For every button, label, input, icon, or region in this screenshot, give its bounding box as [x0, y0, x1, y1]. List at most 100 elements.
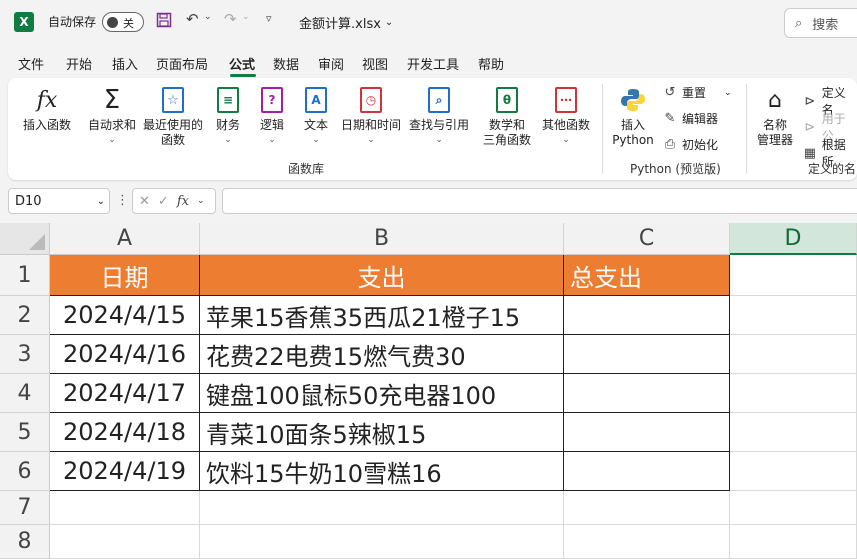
- chevron-down-icon: ⌄: [367, 135, 375, 145]
- redo-dropdown-icon[interactable]: ⌄: [242, 12, 250, 22]
- cell-b1[interactable]: 支出: [200, 255, 564, 296]
- redo-icon[interactable]: ↷: [224, 10, 237, 28]
- row-header-4[interactable]: 4: [0, 374, 50, 413]
- cell-c7[interactable]: [564, 491, 730, 525]
- row-header-6[interactable]: 6: [0, 452, 50, 491]
- editor-button[interactable]: ✎ 编辑器: [662, 110, 718, 127]
- datetime-button[interactable]: ◷ 日期和时间 ⌄: [338, 86, 404, 148]
- tab-file[interactable]: 文件: [18, 54, 44, 73]
- cell-a8[interactable]: [50, 525, 200, 559]
- cell-d2[interactable]: [730, 296, 857, 335]
- tab-data[interactable]: 数据: [273, 54, 299, 73]
- cell-a7[interactable]: [50, 491, 200, 525]
- autosave-toggle[interactable]: 关: [102, 12, 144, 32]
- row-header-8[interactable]: 8: [0, 525, 50, 559]
- more-vertical-icon[interactable]: ⋮: [116, 193, 129, 208]
- undo-dropdown-icon[interactable]: ⌄: [204, 12, 212, 22]
- search-label: 搜索: [812, 17, 839, 33]
- cell-d6[interactable]: [730, 452, 857, 491]
- cell-c2[interactable]: [564, 296, 730, 335]
- more-functions-button[interactable]: ⋯ 其他函数 ⌄: [540, 86, 592, 148]
- cell-c1[interactable]: 总支出: [564, 255, 730, 296]
- formula-input[interactable]: [222, 188, 857, 214]
- row-header-5[interactable]: 5: [0, 413, 50, 452]
- reset-button[interactable]: ↺ 重置 ⌄: [662, 84, 732, 101]
- name-manager-button[interactable]: ⌂ 名称 管理器: [752, 86, 798, 148]
- insert-function-button[interactable]: fx 插入函数: [22, 86, 72, 133]
- name-box[interactable]: D10 ⌄: [8, 188, 110, 214]
- cell-a2[interactable]: 2024/4/15: [50, 296, 200, 335]
- excel-logo-icon: X: [14, 12, 34, 32]
- cell-d3[interactable]: [730, 335, 857, 374]
- cell-d5[interactable]: [730, 413, 857, 452]
- math-trig-button[interactable]: θ 数学和 三角函数: [476, 86, 538, 148]
- row-header-2[interactable]: 2: [0, 296, 50, 335]
- autosum-button[interactable]: Σ 自动求和 ⌄: [88, 86, 136, 148]
- cancel-icon[interactable]: ✕: [139, 194, 150, 209]
- cell-a1[interactable]: 日期: [50, 255, 200, 296]
- column-header-a[interactable]: A: [50, 223, 200, 255]
- cell-a5[interactable]: 2024/4/18: [50, 413, 200, 452]
- cell-b7[interactable]: [200, 491, 564, 525]
- tab-review[interactable]: 审阅: [318, 54, 344, 73]
- text-label: 文本: [303, 118, 328, 132]
- cell-a4[interactable]: 2024/4/17: [50, 374, 200, 413]
- cell-b3[interactable]: 花费22电费15燃气费30: [200, 335, 564, 374]
- financial-button[interactable]: ≡ 财务 ⌄: [210, 86, 246, 148]
- cell-a3[interactable]: 2024/4/16: [50, 335, 200, 374]
- chevron-down-icon[interactable]: ⌄: [197, 196, 205, 206]
- row-header-7[interactable]: 7: [0, 491, 50, 525]
- cell-c4[interactable]: [564, 374, 730, 413]
- cell-b8[interactable]: [200, 525, 564, 559]
- save-icon[interactable]: [156, 12, 172, 28]
- select-all-corner[interactable]: [0, 223, 50, 255]
- clock-icon: ◷: [358, 86, 384, 114]
- tab-home[interactable]: 开始: [66, 54, 92, 73]
- name-box-value: D10: [15, 193, 42, 209]
- tab-view[interactable]: 视图: [362, 54, 388, 73]
- insert-function-fx-icon[interactable]: fx: [177, 194, 189, 209]
- undo-icon[interactable]: ↶: [186, 10, 199, 28]
- row-header-3[interactable]: 3: [0, 335, 50, 374]
- tab-formulas[interactable]: 公式: [229, 54, 255, 73]
- column-header-c[interactable]: C: [564, 223, 730, 255]
- cell-d1[interactable]: [730, 255, 857, 296]
- cell-d7[interactable]: [730, 491, 857, 525]
- cell-b5[interactable]: 青菜10面条5辣椒15: [200, 413, 564, 452]
- lookup-button[interactable]: ⌕ 查找与引用 ⌄: [406, 86, 472, 148]
- cell-d8[interactable]: [730, 525, 857, 559]
- cell-c8[interactable]: [564, 525, 730, 559]
- cell-d4[interactable]: [730, 374, 857, 413]
- initialize-button[interactable]: ⎙ 初始化: [662, 136, 718, 153]
- text-button[interactable]: A 文本 ⌄: [298, 86, 334, 148]
- cell-b6[interactable]: 饮料15牛奶10雪糕16: [200, 452, 564, 491]
- cell-b4[interactable]: 键盘100鼠标50充电器100: [200, 374, 564, 413]
- cell-b2[interactable]: 苹果15香蕉35西瓜21橙子15: [200, 296, 564, 335]
- enter-icon[interactable]: ✓: [158, 194, 169, 209]
- toggle-knob: [107, 17, 118, 28]
- tab-developer[interactable]: 开发工具: [407, 54, 459, 73]
- fx-icon: fx: [36, 87, 58, 113]
- tab-insert[interactable]: 插入: [112, 54, 138, 73]
- cell-c5[interactable]: [564, 413, 730, 452]
- tab-help[interactable]: 帮助: [478, 54, 504, 73]
- column-header-d[interactable]: D: [730, 223, 857, 255]
- logical-button[interactable]: ? 逻辑 ⌄: [254, 86, 290, 148]
- chevron-down-icon: ⌄: [268, 135, 276, 145]
- tab-page-layout[interactable]: 页面布局: [156, 54, 208, 73]
- column-header-b[interactable]: B: [200, 223, 564, 255]
- customize-toolbar-icon[interactable]: ▿: [266, 12, 272, 25]
- file-name[interactable]: 金额计算.xlsx ⌄: [299, 13, 393, 32]
- spreadsheet-grid: A B C D 1 2 3 4 5 6 7 8 日期 支出 总支出 2024/4…: [0, 223, 857, 559]
- insert-python-button[interactable]: 插入 Python: [610, 86, 656, 148]
- cell-c6[interactable]: [564, 452, 730, 491]
- search-box[interactable]: ⌕ 搜索: [784, 8, 857, 38]
- recently-used-button[interactable]: ☆ 最近使用的 函数: [140, 86, 206, 148]
- cell-c3[interactable]: [564, 335, 730, 374]
- name-manager-label-2: 管理器: [756, 133, 793, 147]
- cell-a6[interactable]: 2024/4/19: [50, 452, 200, 491]
- row-header-1[interactable]: 1: [0, 255, 50, 296]
- formula-bar: D10 ⌄ ⋮ ✕ ✓ fx ⌄: [0, 188, 857, 216]
- chevron-down-icon: ⌄: [435, 135, 443, 145]
- name-manager-label-1: 名称: [762, 118, 787, 132]
